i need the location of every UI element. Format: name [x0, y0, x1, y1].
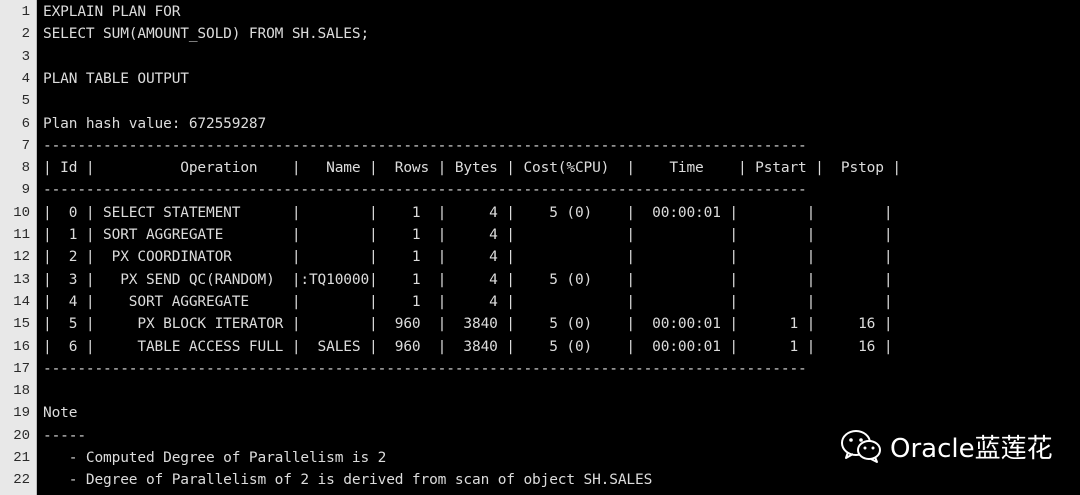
code-line[interactable]: EXPLAIN PLAN FOR [43, 1, 180, 23]
code-line[interactable]: | 5 | PX BLOCK ITERATOR | | 960 | 3840 |… [43, 313, 893, 335]
line-number: 4 [21, 70, 30, 87]
code-line[interactable]: PLAN TABLE OUTPUT [43, 68, 189, 90]
line-number: 2 [21, 26, 30, 43]
code-line[interactable]: ----------------------------------------… [43, 135, 807, 157]
code-line[interactable]: - Computed Degree of Parallelism is 2 [43, 447, 387, 469]
code-line[interactable]: | 0 | SELECT STATEMENT | | 1 | 4 | 5 (0)… [43, 202, 893, 224]
code-line[interactable]: ----------------------------------------… [43, 358, 807, 380]
line-number: 15 [13, 316, 30, 333]
line-number: 16 [13, 338, 30, 355]
code-line[interactable]: | 4 | SORT AGGREGATE | | 1 | 4 | | | | | [43, 291, 893, 313]
line-number: 11 [13, 227, 30, 243]
code-line[interactable]: Note [43, 402, 77, 424]
code-line[interactable]: ----------------------------------------… [43, 179, 807, 201]
line-number: 5 [21, 93, 30, 110]
code-line[interactable]: ----- [43, 425, 86, 447]
line-number: 3 [21, 48, 30, 65]
line-number: 9 [21, 182, 30, 199]
line-number: 13 [13, 271, 30, 288]
line-number: 7 [21, 137, 30, 154]
code-line[interactable]: SELECT SUM(AMOUNT_SOLD) FROM SH.SALES; [43, 23, 369, 45]
line-number: 20 [13, 427, 30, 444]
code-line[interactable]: - Degree of Parallelism of 2 is derived … [43, 469, 653, 491]
code-line[interactable]: Plan hash value: 672559287 [43, 113, 266, 135]
code-line[interactable]: | 3 | PX SEND QC(RANDOM) |:TQ10000| 1 | … [43, 269, 893, 291]
line-number: 17 [13, 360, 30, 377]
line-number: 22 [13, 472, 30, 489]
line-number: 1 [21, 4, 30, 20]
wechat-icon [841, 430, 881, 463]
code-line[interactable]: | Id | Operation | Name | Rows | Bytes |… [43, 157, 901, 179]
line-number: 12 [13, 249, 30, 266]
line-number: 14 [13, 293, 30, 310]
line-number: 18 [13, 383, 30, 400]
line-number: 10 [13, 204, 30, 221]
line-number: 8 [21, 160, 30, 177]
line-number: 21 [13, 450, 30, 466]
code-line[interactable]: | 2 | PX COORDINATOR | | 1 | 4 | | | | | [43, 246, 893, 268]
watermark-text: Oracle蓝莲花 [890, 433, 1053, 464]
watermark: Oracle蓝莲花 [840, 427, 1053, 465]
code-editor[interactable]: 1 EXPLAIN PLAN FOR 2 SELECT SUM(AMOUNT_SOLD… [0, 0, 1080, 495]
line-number: 6 [21, 115, 30, 132]
line-number: 19 [13, 405, 30, 422]
code-line[interactable]: | 1 | SORT AGGREGATE | | 1 | 4 | | | | | [43, 224, 893, 246]
code-line[interactable]: | 6 | TABLE ACCESS FULL | SALES | 960 | … [43, 336, 893, 358]
